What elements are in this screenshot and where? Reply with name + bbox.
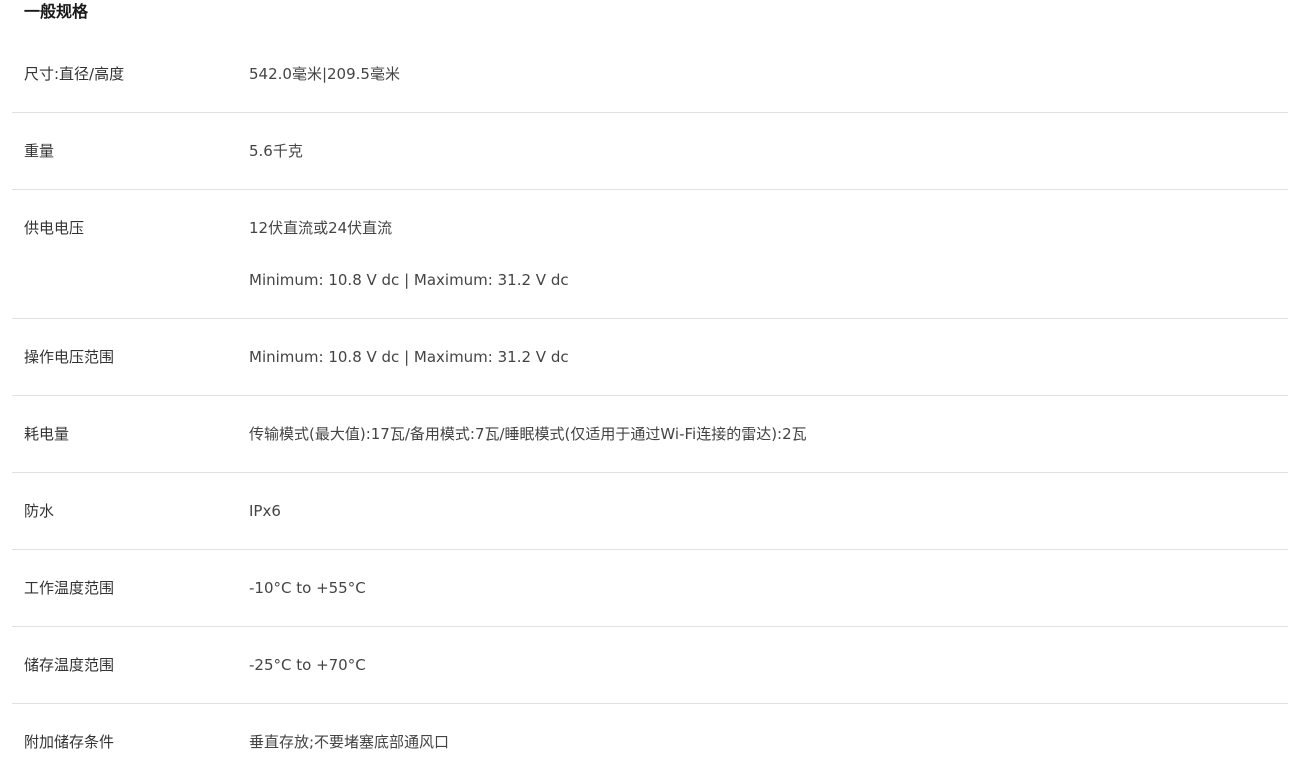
spec-row-dimensions: 尺寸:直径/高度 542.0毫米|209.5毫米 [12,36,1288,113]
spec-row-waterproof: 防水 IPx6 [12,473,1288,550]
spec-row-supply-voltage: 供电电压 12伏直流或24伏直流 Minimum: 10.8 V dc | Ma… [12,190,1288,319]
spec-value-line: 5.6千克 [249,142,303,160]
spec-value-line: Minimum: 10.8 V dc | Maximum: 31.2 V dc [249,271,569,289]
spec-label: 耗电量 [24,425,70,443]
spec-value-line: 垂直存放;不要堵塞底部通风口 [249,733,450,751]
spec-value-line: -10°C to +55°C [249,579,366,597]
spec-value-line: -25°C to +70°C [249,656,366,674]
spec-label: 操作电压范围 [24,348,115,366]
spec-label: 供电电压 [24,219,85,237]
spec-value: 542.0毫米|209.5毫米 [249,64,400,84]
spec-value-line: 542.0毫米|209.5毫米 [249,65,400,83]
spec-value-line: 传输模式(最大值):17瓦/备用模式:7瓦/睡眠模式(仅适用于通过Wi-Fi连接… [249,425,807,443]
spec-row-operating-temperature: 工作温度范围 -10°C to +55°C [12,550,1288,627]
spec-label: 重量 [24,142,55,160]
spec-row-weight: 重量 5.6千克 [12,113,1288,190]
spec-label: 工作温度范围 [24,579,115,597]
spec-value: 垂直存放;不要堵塞底部通风口 [249,732,449,752]
spec-row-storage-conditions: 附加储存条件 垂直存放;不要堵塞底部通风口 [12,704,1288,772]
spec-label: 尺寸:直径/高度 [24,65,125,83]
spec-label: 防水 [24,502,55,520]
spec-value-line: Minimum: 10.8 V dc | Maximum: 31.2 V dc [249,348,569,366]
spec-row-power-consumption: 耗电量 传输模式(最大值):17瓦/备用模式:7瓦/睡眠模式(仅适用于通过Wi-… [12,396,1288,473]
spec-value-line: 12伏直流或24伏直流 [249,219,393,237]
spec-value: 传输模式(最大值):17瓦/备用模式:7瓦/睡眠模式(仅适用于通过Wi-Fi连接… [249,424,807,444]
spec-row-storage-temperature: 储存温度范围 -25°C to +70°C [12,627,1288,704]
spec-value: -25°C to +70°C [249,655,366,675]
spec-table: 尺寸:直径/高度 542.0毫米|209.5毫米 重量 5.6千克 供电电压 1… [12,36,1288,772]
spec-value: Minimum: 10.8 V dc | Maximum: 31.2 V dc [249,347,569,367]
spec-value: IPx6 [249,501,281,521]
spec-row-operating-voltage: 操作电压范围 Minimum: 10.8 V dc | Maximum: 31.… [12,319,1288,396]
spec-value: -10°C to +55°C [249,578,366,598]
section-title: 一般规格 [24,2,89,21]
spec-value: 5.6千克 [249,141,303,161]
spec-label: 附加储存条件 [24,733,115,751]
spec-value: 12伏直流或24伏直流 Minimum: 10.8 V dc | Maximum… [249,218,569,290]
spec-label: 储存温度范围 [24,656,115,674]
spec-value-line: IPx6 [249,502,281,520]
